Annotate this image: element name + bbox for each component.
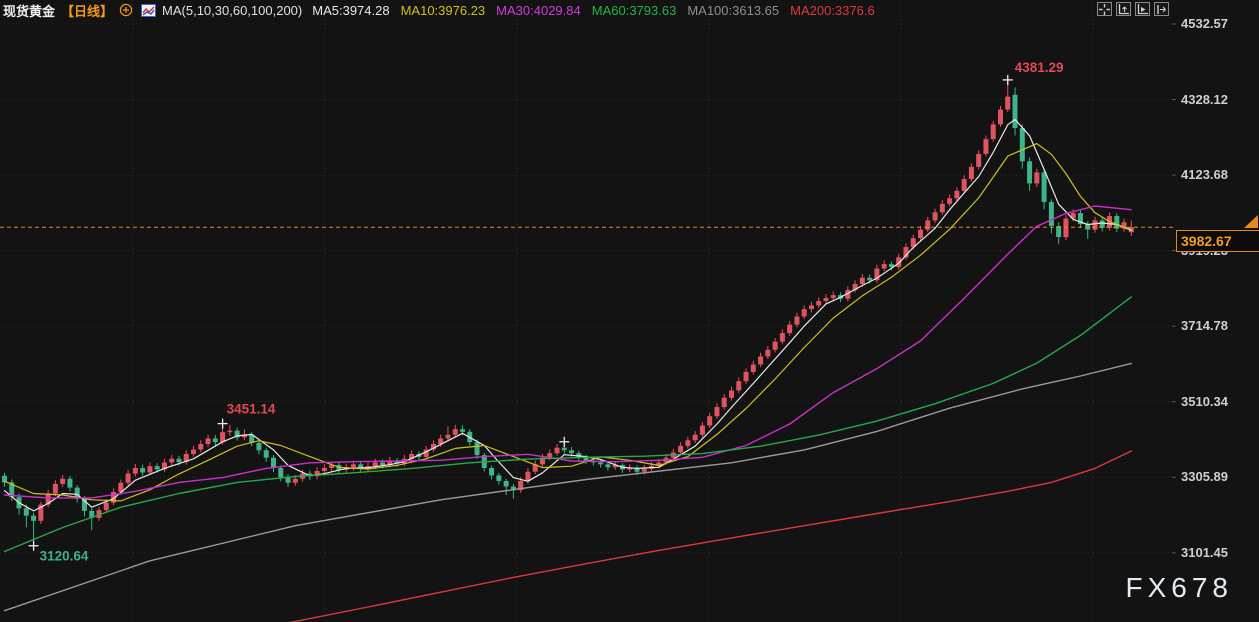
auto-play-icon[interactable] bbox=[1135, 2, 1150, 16]
crosshair-icon[interactable] bbox=[1097, 2, 1112, 16]
price-arrow-icon bbox=[1244, 215, 1258, 228]
shift-right-icon[interactable] bbox=[1154, 2, 1169, 16]
ma-value-3: MA60:3793.63 bbox=[592, 3, 677, 18]
indicator-chart-icon[interactable] bbox=[141, 4, 156, 17]
ma-value-2: MA30:4029.84 bbox=[496, 3, 581, 18]
ma-value-0: MA5:3974.28 bbox=[312, 3, 389, 18]
axis-scale-icon[interactable] bbox=[1116, 2, 1131, 16]
chart-header: 现货黄金 【日线】 MA(5,10,30,60,100,200) MA5:397… bbox=[3, 1, 886, 19]
y-axis-label: 3305.89 bbox=[1181, 469, 1228, 484]
last-price-label: 3982.67 bbox=[1176, 230, 1259, 252]
ma-settings-label: MA(5,10,30,60,100,200) bbox=[162, 3, 302, 18]
svg-text:4381.29: 4381.29 bbox=[1015, 60, 1064, 75]
ma-value-5: MA200:3376.6 bbox=[790, 3, 875, 18]
symbol-name: 现货黄金 bbox=[3, 1, 55, 20]
y-axis-label: 4123.68 bbox=[1181, 167, 1228, 182]
y-axis-label: 4532.57 bbox=[1181, 16, 1228, 31]
y-axis-label: 4328.12 bbox=[1181, 92, 1228, 107]
svg-text:3120.64: 3120.64 bbox=[40, 549, 89, 564]
y-axis-label: 3101.45 bbox=[1181, 545, 1228, 560]
ma-value-4: MA100:3613.65 bbox=[687, 3, 779, 18]
plus-circle-icon bbox=[119, 3, 133, 17]
watermark: FX678 bbox=[1126, 572, 1234, 604]
add-indicator-button[interactable] bbox=[119, 3, 133, 17]
y-axis-label: 3510.34 bbox=[1181, 394, 1228, 409]
trading-chart-app: 3120.64 3451.14 4381.29 现货黄金 【日线】 MA(5,10,… bbox=[0, 0, 1259, 622]
svg-text:3451.14: 3451.14 bbox=[227, 402, 276, 417]
chart-canvas[interactable]: 3120.64 3451.14 4381.29 bbox=[0, 0, 1259, 622]
ma-value-1: MA10:3976.23 bbox=[401, 3, 486, 18]
chart-toolbar bbox=[1097, 2, 1169, 16]
timeframe-selector[interactable]: 【日线】 bbox=[61, 1, 113, 20]
y-axis-label: 3714.78 bbox=[1181, 318, 1228, 333]
